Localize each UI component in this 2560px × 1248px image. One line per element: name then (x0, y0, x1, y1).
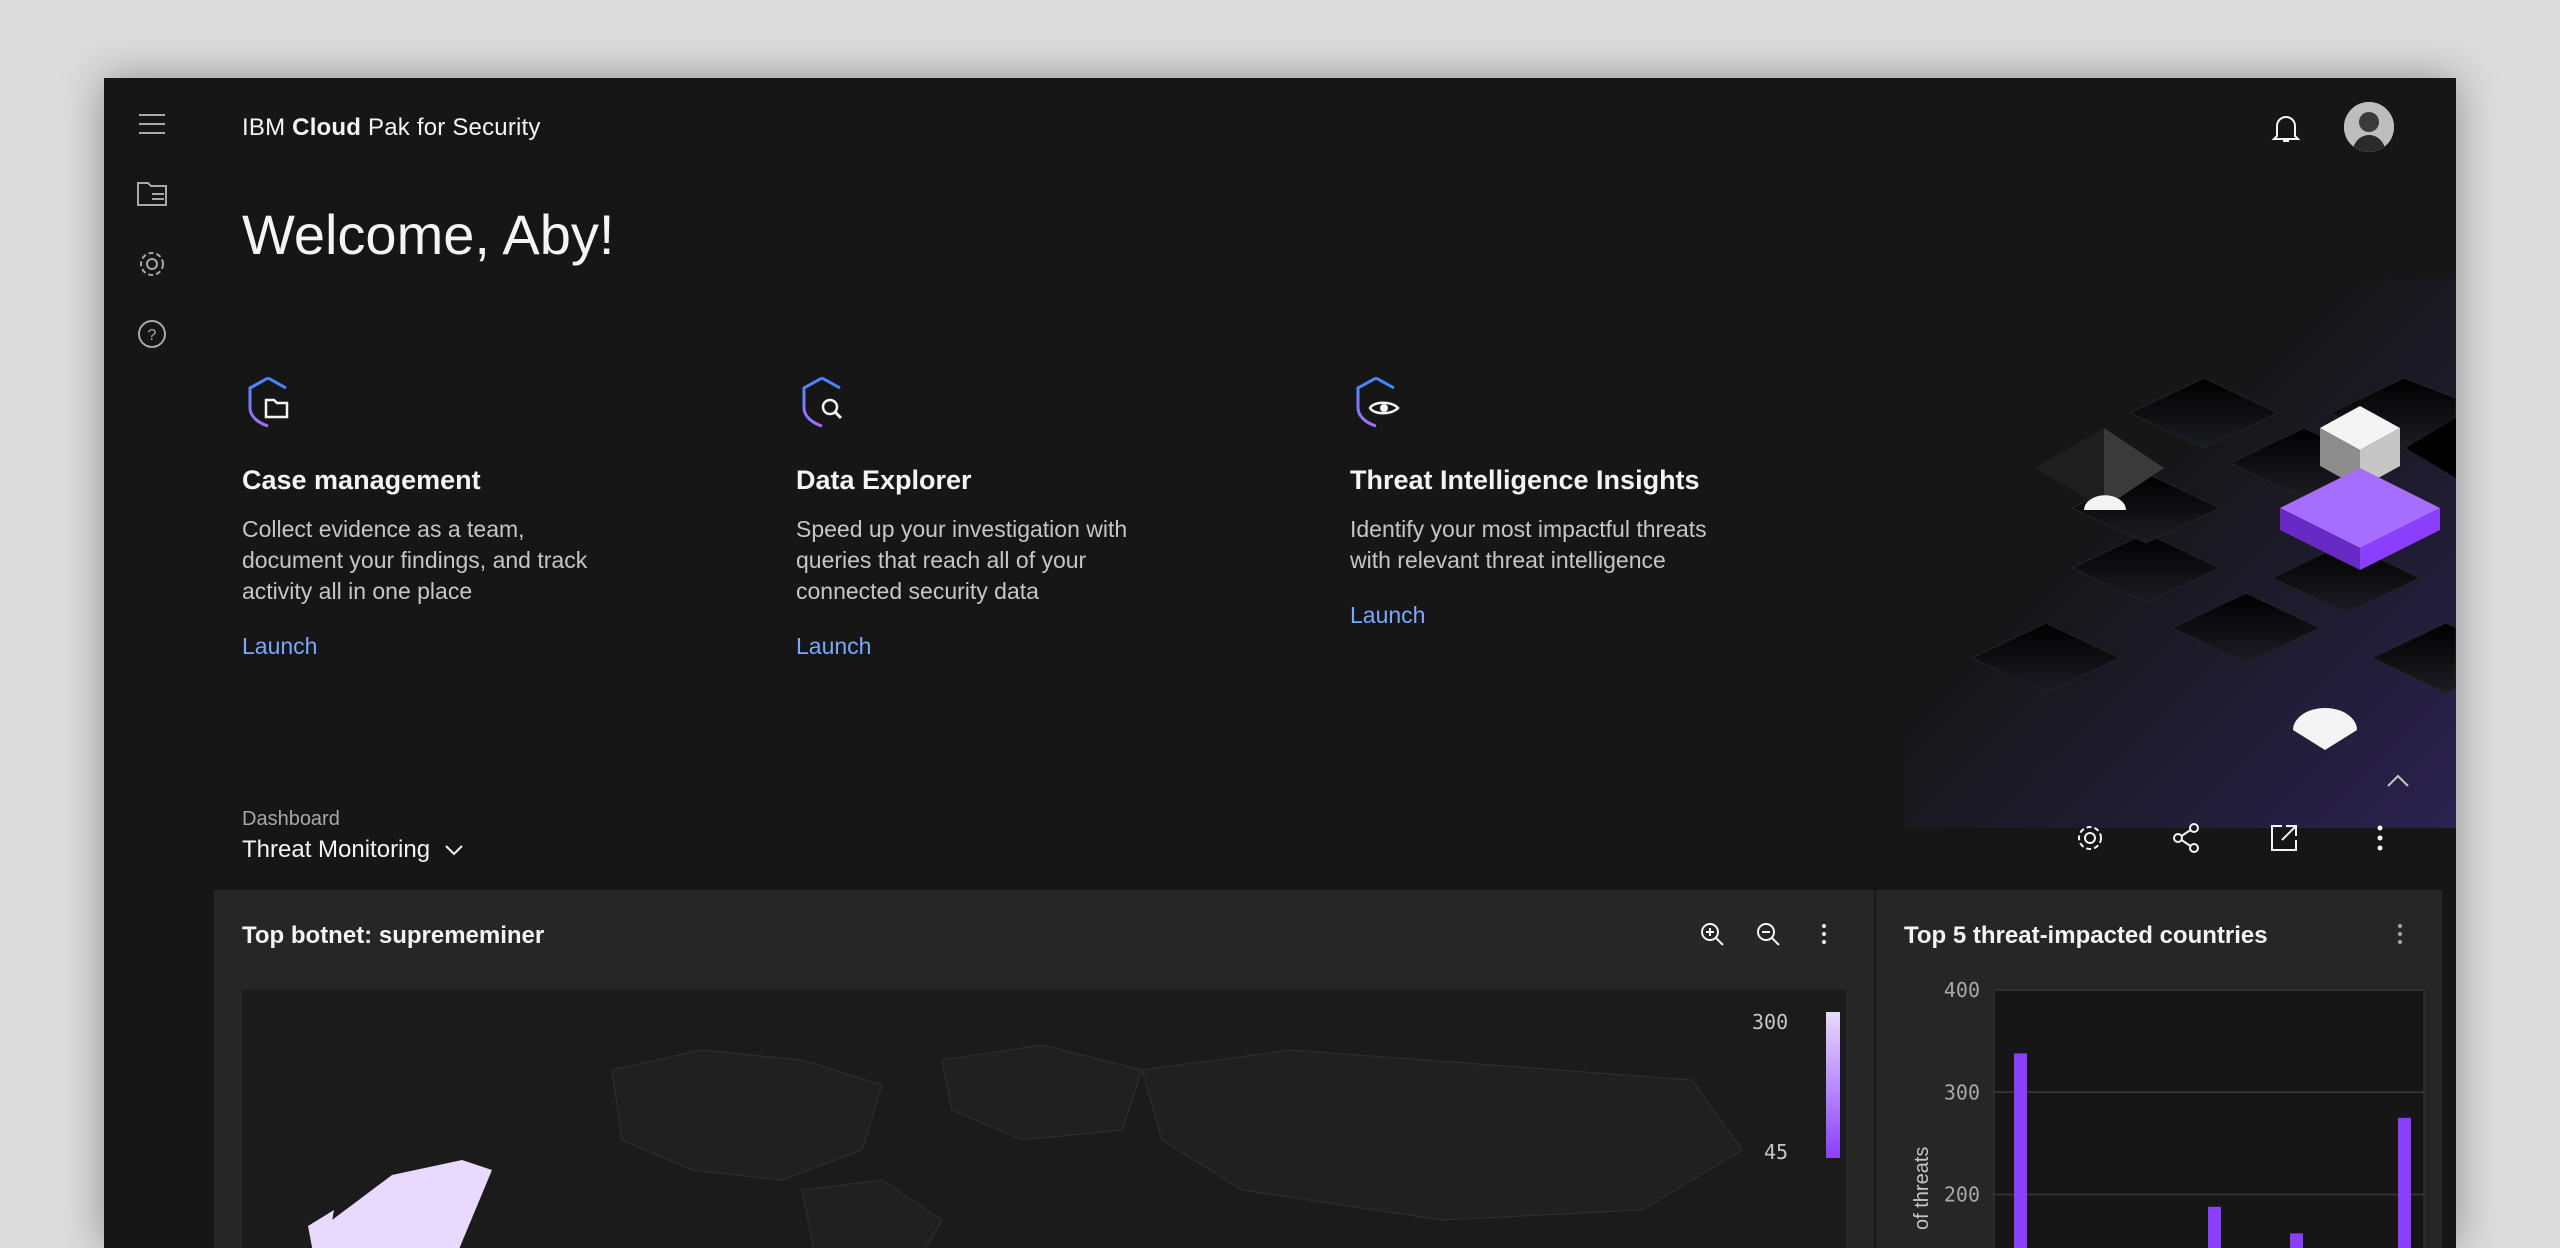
map-land (308, 1044, 1743, 1248)
threat-intelligence-card: Threat Intelligence Insights Identify yo… (1350, 374, 1770, 629)
brand-prefix: IBM (242, 114, 286, 141)
settings-gear-icon[interactable] (134, 246, 170, 282)
search-shield-icon (802, 376, 843, 428)
launch-external-icon[interactable] (2260, 814, 2308, 862)
side-rail: ? (104, 78, 200, 1248)
hero-illustration (1904, 278, 2456, 828)
y-tick-label: 400 (1944, 978, 1980, 1002)
dashboard-settings-icon[interactable] (2066, 814, 2114, 862)
y-axis-label: of threats (1911, 1147, 1933, 1230)
bar (2014, 1053, 2027, 1248)
bar (2290, 1233, 2303, 1248)
y-tick-label: 200 (1944, 1183, 1980, 1207)
card-title: Data Explorer (796, 465, 972, 495)
world-map[interactable]: 300 45 (242, 990, 1846, 1248)
welcome-heading: Welcome, Aby! (242, 203, 615, 266)
dashboard-label: Dashboard (242, 808, 340, 830)
card-title: Threat Intelligence Insights (1350, 465, 1700, 495)
data-explorer-card: Data Explorer Speed up your investigatio… (796, 374, 1216, 660)
launch-link[interactable]: Launch (1350, 602, 1425, 629)
bar (2208, 1206, 2221, 1248)
legend-max-label: 300 (1752, 1010, 1789, 1034)
card-description: Speed up your investigation with queries… (796, 516, 1128, 604)
product-brand[interactable]: IBM Cloud Pak for Security (242, 114, 541, 142)
zoom-in-icon[interactable] (1692, 914, 1732, 954)
countries-bar-chart: 400 300 200 of threats (1911, 978, 2425, 1248)
share-icon[interactable] (2162, 814, 2210, 862)
dashboard-selected: Threat Monitoring (242, 836, 431, 863)
card-description: Collect evidence as a team, document you… (242, 516, 588, 604)
legend-min-label: 45 (1764, 1140, 1789, 1164)
user-avatar[interactable] (2344, 102, 2394, 152)
cases-folder-icon[interactable] (134, 176, 170, 212)
overflow-menu-icon[interactable] (2356, 814, 2404, 862)
brand-suffix: Pak for Security (368, 114, 541, 141)
top-countries-tile: Top 5 threat-impacted countries 400 300 20… (1876, 890, 2442, 1248)
zoom-out-icon[interactable] (1748, 914, 1788, 954)
bar (2398, 1117, 2411, 1248)
chevron-down-icon (445, 845, 463, 856)
card-title: Case management (242, 465, 481, 495)
y-tick-label: 300 (1944, 1080, 1980, 1104)
tile-title: Top botnet: suprememiner (242, 922, 545, 949)
card-description: Identify your most impactful threats wit… (1350, 516, 1707, 573)
launch-link[interactable]: Launch (242, 633, 317, 660)
launch-link[interactable]: Launch (796, 633, 871, 660)
help-icon[interactable]: ? (134, 316, 170, 352)
brand-bold: Cloud (292, 114, 362, 141)
case-management-card: Case management Collect evidence as a te… (242, 374, 662, 660)
svg-text:?: ? (148, 327, 157, 344)
eye-shield-icon (1356, 376, 1400, 428)
menu-icon[interactable] (134, 106, 170, 142)
legend-color-scale (1826, 1012, 1840, 1158)
notification-bell-icon[interactable] (2262, 104, 2310, 152)
tile-overflow-menu-icon[interactable] (1804, 914, 1844, 954)
app-window: ? IBM Cloud Pak for Security Welcome, Ab… (104, 78, 2456, 1248)
dashboard-selector[interactable]: Threat Monitoring (242, 836, 464, 864)
case-folder-shield-icon (248, 376, 289, 428)
botnet-map-tile: Top botnet: suprememiner 300 45 (214, 890, 1874, 1248)
